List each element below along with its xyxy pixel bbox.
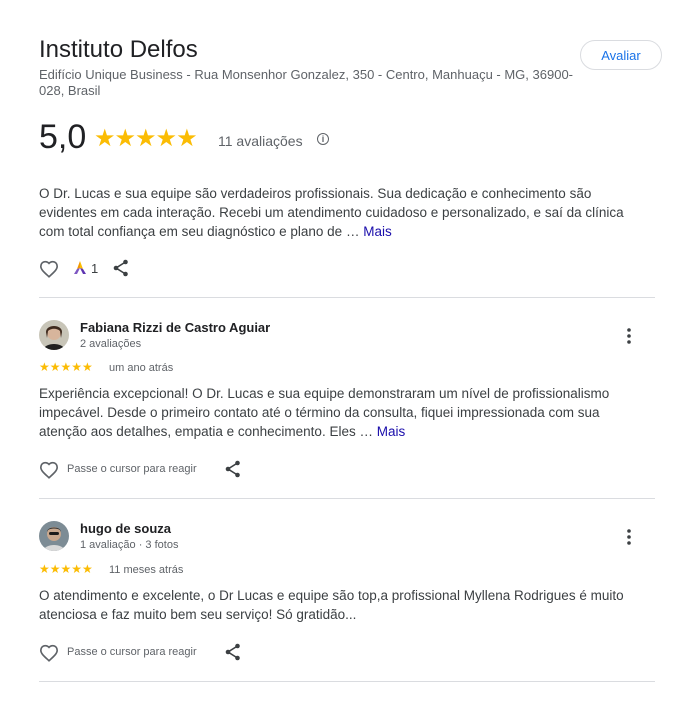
share-icon[interactable] (224, 643, 242, 661)
more-options-icon[interactable] (619, 326, 639, 346)
review-time: 11 meses atrás (109, 564, 184, 576)
avatar[interactable] (39, 320, 69, 350)
heart-icon[interactable] (39, 460, 59, 480)
featured-more-link[interactable]: Mais (363, 224, 392, 239)
review-text: O atendimento e excelente, o Dr Lucas e … (39, 588, 624, 622)
info-icon[interactable]: i (317, 133, 329, 145)
review-body: Experiência excepcional! O Dr. Lucas e s… (39, 386, 610, 439)
reviewer-name[interactable]: Fabiana Rizzi de Castro Aguiar (80, 320, 270, 335)
review-time: um ano atrás (109, 362, 174, 374)
review-more-link[interactable]: Mais (377, 424, 406, 439)
reviewer-meta: 2 avaliações (80, 338, 142, 350)
share-icon[interactable] (112, 259, 130, 277)
featured-review-text: O Dr. Lucas e sua equipe são verdadeiros… (39, 184, 649, 241)
reviewer-name[interactable]: hugo de souza (80, 521, 171, 536)
review-stars: ★★★★★ (39, 562, 93, 576)
reaction-icon[interactable] (72, 260, 88, 276)
react-hint: Passe o cursor para reagir (67, 646, 197, 658)
featured-review-body: O Dr. Lucas e sua equipe são verdadeiros… (39, 186, 624, 239)
review-text: Experiência excepcional! O Dr. Lucas e s… (39, 384, 649, 441)
share-icon[interactable] (224, 460, 242, 478)
review-count[interactable]: 11 avaliações (218, 133, 303, 149)
react-hint: Passe o cursor para reagir (67, 463, 197, 475)
divider (39, 297, 655, 298)
rating-score: 5,0 (39, 118, 87, 156)
reviewer-meta: 1 avaliação · 3 fotos (80, 539, 179, 551)
rating-stars: ★★★★★ (94, 125, 198, 152)
write-review-button[interactable]: Avaliar (580, 40, 662, 70)
more-options-icon[interactable] (619, 527, 639, 547)
place-address: Edifício Unique Business - Rua Monsenhor… (39, 67, 573, 98)
heart-icon[interactable] (39, 259, 59, 279)
reaction-count: 1 (91, 261, 99, 276)
review-stars: ★★★★★ (39, 360, 93, 374)
divider (39, 498, 655, 499)
heart-icon[interactable] (39, 643, 59, 663)
divider (39, 681, 655, 682)
place-title: Instituto Delfos (39, 36, 198, 63)
avatar[interactable] (39, 521, 69, 551)
